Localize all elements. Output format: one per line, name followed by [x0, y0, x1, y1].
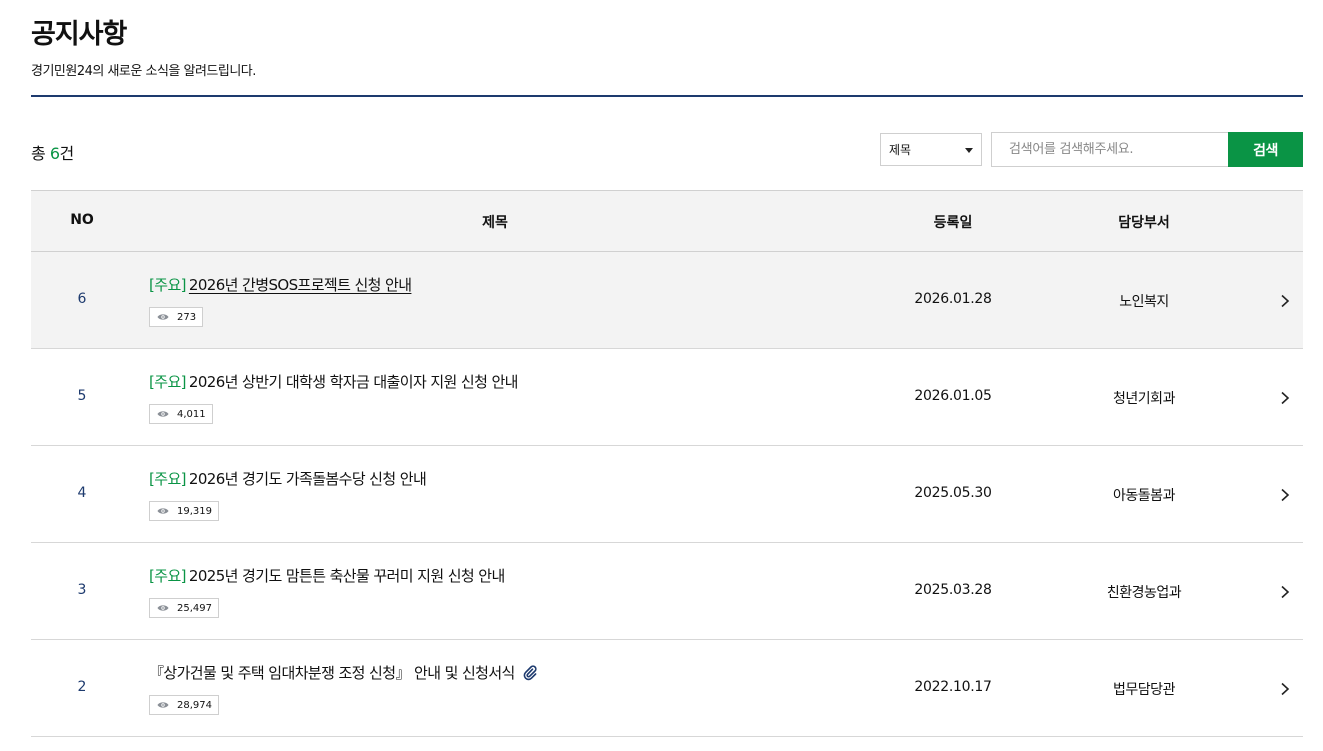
eye-icon	[157, 702, 169, 708]
view-count-value: 4,011	[177, 408, 206, 420]
row-title[interactable]: 2026년 간병SOS프로젝트 신청 안내	[189, 274, 412, 295]
row-number: 5	[77, 388, 87, 404]
row-title[interactable]: 2026년 상반기 대학생 학자금 대출이자 지원 신청 안내	[189, 371, 519, 392]
eye-icon	[157, 508, 169, 514]
table-row[interactable]: 3 [주요] 2025년 경기도 맘튼튼 축산물 꾸러미 지원 신청 안내 25…	[31, 543, 1303, 640]
row-subject[interactable]: [주요] 2026년 경기도 가족돌봄수당 신청 안내	[149, 468, 427, 489]
column-header-date: 등록일	[933, 215, 973, 231]
chevron-right-icon[interactable]	[1279, 585, 1291, 599]
view-count: 19,319	[149, 501, 219, 521]
row-date: 2026.01.05	[914, 388, 992, 404]
view-count: 25,497	[149, 598, 219, 618]
view-count-value: 273	[177, 311, 197, 323]
column-header-dept: 담당부서	[1118, 215, 1170, 231]
important-tag: [주요]	[149, 373, 187, 391]
table-row[interactable]: 2 『상가건물 및 주택 임대차분쟁 조정 신청』 안내 및 신청서식 28,9…	[31, 640, 1303, 737]
search-field-selected: 제목	[889, 143, 912, 157]
row-subject[interactable]: [주요] 2025년 경기도 맘튼튼 축산물 꾸러미 지원 신청 안내	[149, 565, 505, 586]
total-suffix: 건	[59, 144, 75, 163]
important-tag: [주요]	[149, 567, 187, 585]
row-subject[interactable]: 『상가건물 및 주택 임대차분쟁 조정 신청』 안내 및 신청서식	[149, 662, 537, 683]
search-field-select[interactable]: 제목	[880, 133, 982, 166]
row-date: 2025.03.28	[914, 582, 992, 598]
eye-icon	[157, 411, 169, 417]
search-button[interactable]: 검색	[1228, 132, 1303, 167]
row-title[interactable]: 『상가건물 및 주택 임대차분쟁 조정 신청』 안내 및 신청서식	[149, 662, 515, 683]
important-tag: [주요]	[149, 276, 187, 294]
row-date: 2025.05.30	[914, 485, 992, 501]
page-title: 공지사항	[31, 19, 127, 50]
total-count-value: 6	[49, 144, 60, 163]
row-department: 노인복지	[1119, 294, 1169, 310]
view-count-value: 28,974	[177, 699, 212, 711]
row-date: 2022.10.17	[914, 679, 992, 695]
chevron-right-icon[interactable]	[1279, 682, 1291, 696]
search-input[interactable]	[991, 132, 1229, 167]
row-date: 2026.01.28	[914, 291, 992, 307]
paperclip-icon	[523, 664, 537, 680]
chevron-right-icon[interactable]	[1279, 391, 1291, 405]
table-row[interactable]: 5 [주요] 2026년 상반기 대학생 학자금 대출이자 지원 신청 안내 4…	[31, 349, 1303, 446]
view-count-value: 25,497	[177, 602, 212, 614]
row-department: 법무담당관	[1113, 682, 1175, 698]
table-row[interactable]: 6 [주요] 2026년 간병SOS프로젝트 신청 안내 273 2026.01…	[31, 252, 1303, 349]
row-title[interactable]: 2026년 경기도 가족돌봄수당 신청 안내	[189, 468, 427, 489]
row-subject[interactable]: [주요] 2026년 간병SOS프로젝트 신청 안내	[149, 274, 412, 295]
table-header: NO 제목 등록일 담당부서	[31, 190, 1303, 252]
total-count: 총 6건	[31, 140, 74, 164]
row-number: 3	[77, 582, 87, 598]
view-count: 4,011	[149, 404, 213, 424]
page-subtitle: 경기민원24의 새로운 소식을 알려드립니다.	[31, 64, 256, 79]
row-number: 6	[77, 291, 87, 307]
table-row[interactable]: 4 [주요] 2026년 경기도 가족돌봄수당 신청 안내 19,319 202…	[31, 446, 1303, 543]
view-count: 273	[149, 307, 204, 327]
column-header-title: 제목	[482, 215, 508, 231]
row-subject[interactable]: [주요] 2026년 상반기 대학생 학자금 대출이자 지원 신청 안내	[149, 371, 518, 392]
notice-table: NO 제목 등록일 담당부서 6 [주요] 2026년 간병SOS프로젝트 신청…	[31, 190, 1303, 737]
row-department: 청년기회과	[1113, 391, 1175, 407]
eye-icon	[157, 605, 169, 611]
notice-board-page: 공지사항 경기민원24의 새로운 소식을 알려드립니다. 총 6건 제목 검색 …	[0, 0, 1323, 751]
total-prefix: 총	[31, 144, 46, 163]
caret-down-icon	[965, 148, 973, 153]
row-number: 4	[77, 485, 87, 501]
row-title[interactable]: 2025년 경기도 맘튼튼 축산물 꾸러미 지원 신청 안내	[189, 565, 505, 586]
view-count: 28,974	[149, 695, 219, 715]
table-body: 6 [주요] 2026년 간병SOS프로젝트 신청 안내 273 2026.01…	[31, 252, 1303, 737]
view-count-value: 19,319	[177, 505, 212, 517]
title-divider	[31, 95, 1303, 97]
row-number: 2	[77, 679, 87, 695]
chevron-right-icon[interactable]	[1279, 488, 1291, 502]
important-tag: [주요]	[149, 470, 187, 488]
column-header-no: NO	[70, 212, 94, 228]
row-department: 친환경농업과	[1106, 585, 1182, 601]
eye-icon	[157, 314, 169, 320]
row-department: 아동돌봄과	[1113, 488, 1175, 504]
chevron-right-icon[interactable]	[1279, 294, 1291, 308]
